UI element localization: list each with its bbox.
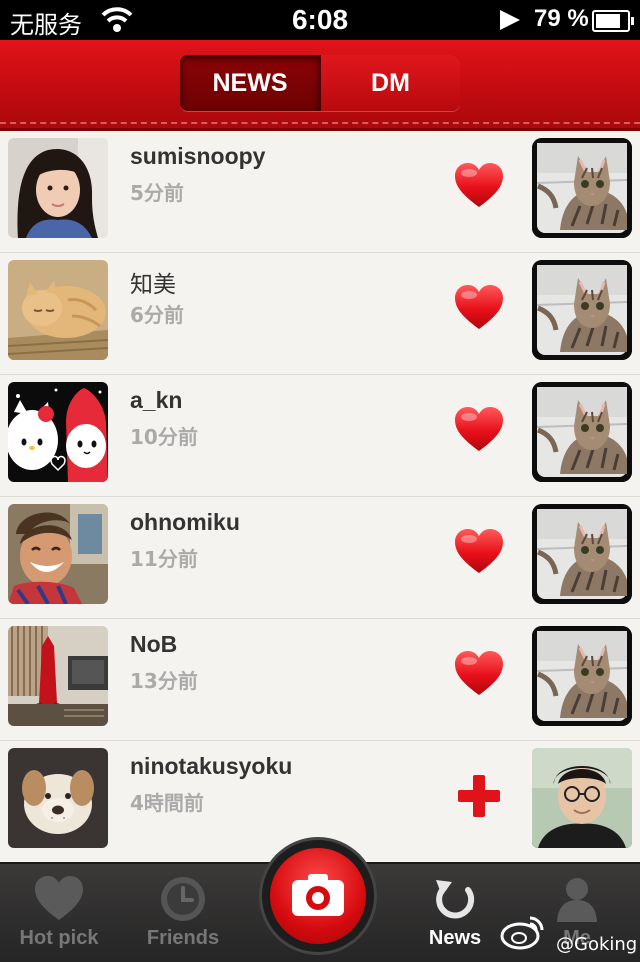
battery-icon xyxy=(592,10,634,32)
tab-dm[interactable]: DM xyxy=(321,55,460,111)
heart-icon xyxy=(454,529,504,575)
avatar[interactable] xyxy=(8,626,108,726)
timestamp: 6分前 xyxy=(130,303,184,327)
username[interactable]: ninotakusyoku xyxy=(130,753,292,780)
heart-icon xyxy=(454,163,504,209)
weibo-icon xyxy=(500,916,544,950)
timestamp: 10分前 xyxy=(130,425,198,449)
photo-thumbnail[interactable] xyxy=(532,260,632,360)
timestamp: 4時間前 xyxy=(130,791,204,815)
header-stitch xyxy=(0,122,640,124)
username[interactable]: sumisnoopy xyxy=(130,143,265,170)
list-item[interactable]: NoB 13分前 xyxy=(0,619,640,741)
refresh-icon xyxy=(436,880,475,919)
segmented-control: NEWS DM xyxy=(180,55,460,111)
username[interactable]: ohnomiku xyxy=(130,509,240,536)
avatar[interactable] xyxy=(8,748,108,848)
avatar[interactable] xyxy=(8,504,108,604)
status-bar: 无服务 6:08 79 % xyxy=(0,0,640,40)
tab-friends[interactable]: Friends xyxy=(124,864,242,962)
camera-icon xyxy=(292,874,344,916)
plus-icon xyxy=(458,775,500,817)
timestamp: 11分前 xyxy=(130,547,198,571)
clock-icon xyxy=(161,877,205,921)
play-icon xyxy=(500,10,520,30)
timestamp: 5分前 xyxy=(130,181,184,205)
username[interactable]: NoB xyxy=(130,631,177,658)
avatar[interactable] xyxy=(8,260,108,360)
tab-news-bottom[interactable]: News xyxy=(396,864,514,962)
watermark-text: @Goking xyxy=(556,934,638,955)
camera-button-ring xyxy=(262,840,374,952)
tab-news[interactable]: NEWS xyxy=(180,55,320,111)
user-avatar-thumbnail[interactable] xyxy=(532,748,632,848)
tab-label: News xyxy=(428,927,482,949)
camera-button[interactable] xyxy=(270,848,366,944)
heart-icon xyxy=(454,285,504,331)
battery-percent: 79 % xyxy=(534,5,589,32)
list-item[interactable]: sumisnoopy 5分前 xyxy=(0,131,640,253)
avatar[interactable] xyxy=(8,382,108,482)
battery-fill xyxy=(596,14,620,28)
photo-thumbnail[interactable] xyxy=(532,626,632,726)
header-bar: NEWS DM xyxy=(0,40,640,131)
list-item[interactable]: ohnomiku 11分前 xyxy=(0,497,640,619)
tab-label: Hot pick xyxy=(19,927,99,949)
list-item[interactable]: 知美 6分前 xyxy=(0,253,640,375)
photo-thumbnail[interactable] xyxy=(532,382,632,482)
avatar[interactable] xyxy=(8,138,108,238)
photo-thumbnail[interactable] xyxy=(532,504,632,604)
tab-label: Friends xyxy=(146,927,220,949)
news-list: sumisnoopy 5分前 知美 6分前 a_kn 10分前 ohnomiku… xyxy=(0,131,640,863)
timestamp: 13分前 xyxy=(130,669,198,693)
heart-icon xyxy=(454,407,504,453)
person-icon xyxy=(557,878,597,922)
heart-icon xyxy=(454,651,504,697)
username[interactable]: a_kn xyxy=(130,387,182,414)
list-item[interactable]: a_kn 10分前 xyxy=(0,375,640,497)
photo-thumbnail[interactable] xyxy=(532,138,632,238)
heart-icon xyxy=(35,876,83,920)
username[interactable]: 知美 xyxy=(130,265,176,299)
tab-hot-pick[interactable]: Hot pick xyxy=(0,864,118,962)
